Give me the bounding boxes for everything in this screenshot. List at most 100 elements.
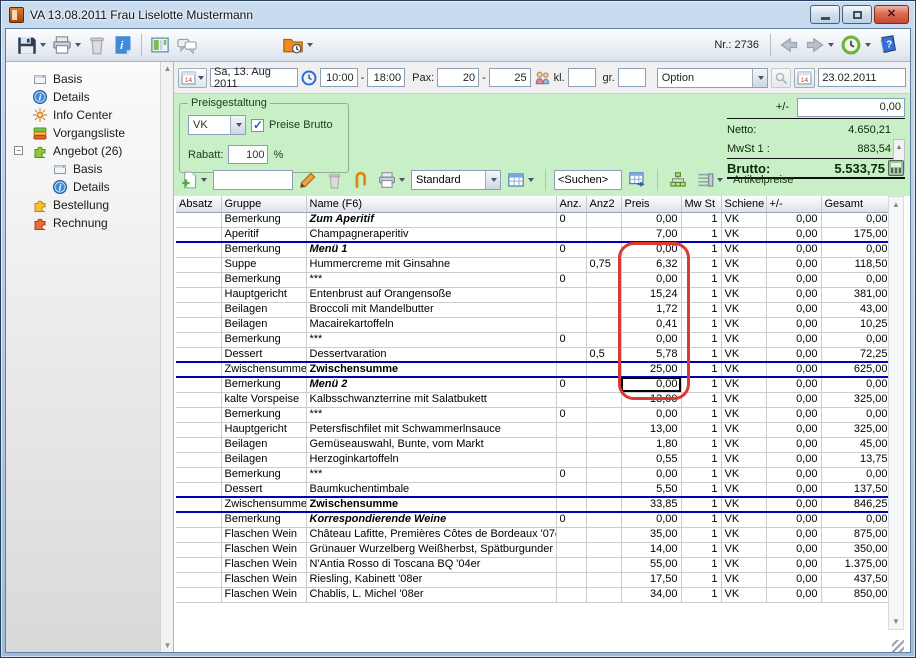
cell-plus-minus[interactable]: 0,00: [766, 287, 821, 302]
cell-name[interactable]: Macairekartoffeln: [306, 317, 556, 332]
cell-absatz[interactable]: [176, 392, 221, 407]
cell-plus-minus[interactable]: 0,00: [766, 347, 821, 362]
cell-anz[interactable]: 0: [556, 512, 586, 527]
cell-anz[interactable]: [556, 302, 586, 317]
cell-gruppe[interactable]: Beilagen: [221, 302, 306, 317]
cell-schiene[interactable]: VK: [721, 272, 766, 287]
cell-gruppe[interactable]: Zwischensumme: [221, 497, 306, 512]
cell-schiene[interactable]: VK: [721, 572, 766, 587]
cell-gruppe[interactable]: Flaschen Wein: [221, 557, 306, 572]
cell-plus-minus[interactable]: 0,00: [766, 467, 821, 482]
cell-preis[interactable]: 13,00: [621, 422, 681, 437]
cell-anz2[interactable]: 0,75: [586, 257, 621, 272]
cell-anz[interactable]: 0: [556, 242, 586, 257]
cell-anz2[interactable]: [586, 497, 621, 512]
cell-preis[interactable]: 14,00: [621, 542, 681, 557]
nav-forward-button[interactable]: [802, 34, 837, 56]
cell-anz2[interactable]: [586, 407, 621, 422]
attach-button[interactable]: [349, 169, 372, 191]
cell-name[interactable]: Herzoginkartoffeln: [306, 452, 556, 467]
cell-mwst[interactable]: 1: [681, 482, 721, 497]
tree-expander-icon[interactable]: −: [14, 146, 23, 155]
cell-gesamt[interactable]: 0,00: [821, 212, 891, 227]
cell-gesamt[interactable]: 1.375,00: [821, 557, 891, 572]
cell-plus-minus[interactable]: 0,00: [766, 497, 821, 512]
nav-back-button[interactable]: [776, 34, 802, 56]
cell-gesamt[interactable]: 0,00: [821, 377, 891, 392]
cell-name[interactable]: Petersfischfilet mit Schwammerlnsauce: [306, 422, 556, 437]
cell-anz[interactable]: [556, 227, 586, 242]
date-dropdown[interactable]: [198, 76, 204, 80]
cell-absatz[interactable]: [176, 347, 221, 362]
cell-anz2[interactable]: [586, 317, 621, 332]
cell-absatz[interactable]: [176, 467, 221, 482]
grid-scrollbar[interactable]: ▲ ▼: [888, 196, 904, 630]
cell-name[interactable]: Zwischensumme: [306, 362, 556, 377]
cell-anz2[interactable]: [586, 392, 621, 407]
scroll-up-icon[interactable]: ▲: [162, 62, 173, 75]
cell-anz[interactable]: [556, 287, 586, 302]
structure-button[interactable]: [666, 169, 690, 191]
option-date-picker-button[interactable]: 14: [794, 68, 815, 88]
cell-anz2[interactable]: [586, 542, 621, 557]
comments-button[interactable]: [173, 33, 201, 57]
cell-mwst[interactable]: 1: [681, 272, 721, 287]
history-folder-button[interactable]: [279, 33, 316, 57]
cell-mwst[interactable]: 1: [681, 407, 721, 422]
cell-preis[interactable]: 0,00: [621, 407, 681, 422]
cell-name[interactable]: ***: [306, 332, 556, 347]
cell-gruppe[interactable]: Dessert: [221, 482, 306, 497]
cell-absatz[interactable]: [176, 317, 221, 332]
cell-name[interactable]: ***: [306, 467, 556, 482]
column-header-8[interactable]: +/-: [766, 196, 821, 212]
cell-gruppe[interactable]: Dessert: [221, 347, 306, 362]
time-from-field[interactable]: 10:00: [320, 68, 358, 87]
cell-absatz[interactable]: [176, 377, 221, 392]
cell-plus-minus[interactable]: 0,00: [766, 392, 821, 407]
cell-absatz[interactable]: [176, 497, 221, 512]
cell-schiene[interactable]: VK: [721, 467, 766, 482]
cell-absatz[interactable]: [176, 362, 221, 377]
cell-gesamt[interactable]: 13,75: [821, 452, 891, 467]
cell-preis[interactable]: 0,41: [621, 317, 681, 332]
cell-gesamt[interactable]: 0,00: [821, 407, 891, 422]
cell-gruppe[interactable]: Flaschen Wein: [221, 542, 306, 557]
cell-gesamt[interactable]: 0,00: [821, 512, 891, 527]
cell-preis[interactable]: 0,00: [621, 377, 681, 392]
status-combobox[interactable]: Option: [657, 68, 769, 88]
cell-schiene[interactable]: VK: [721, 287, 766, 302]
cell-schiene[interactable]: VK: [721, 242, 766, 257]
cell-name[interactable]: N'Antia Rosso di Toscana BQ '04er: [306, 557, 556, 572]
cell-gesamt[interactable]: 72,25: [821, 347, 891, 362]
cell-gruppe[interactable]: Beilagen: [221, 317, 306, 332]
cell-gruppe[interactable]: Beilagen: [221, 437, 306, 452]
cell-mwst[interactable]: 1: [681, 437, 721, 452]
search-input[interactable]: [554, 170, 622, 190]
cell-gruppe[interactable]: Flaschen Wein: [221, 572, 306, 587]
cell-gesamt[interactable]: 381,00: [821, 287, 891, 302]
cell-anz[interactable]: 0: [556, 377, 586, 392]
cell-anz2[interactable]: [586, 362, 621, 377]
cell-gesamt[interactable]: 850,00: [821, 587, 891, 602]
sidebar-item-details[interactable]: iDetails: [6, 88, 173, 106]
column-header-5[interactable]: Preis: [621, 196, 681, 212]
cell-preis[interactable]: 33,85: [621, 497, 681, 512]
cell-gesamt[interactable]: 846,25: [821, 497, 891, 512]
cell-anz[interactable]: [556, 362, 586, 377]
cell-plus-minus[interactable]: 0,00: [766, 257, 821, 272]
nav-forward-dropdown[interactable]: [828, 43, 834, 47]
cell-schiene[interactable]: VK: [721, 587, 766, 602]
cell-plus-minus[interactable]: 0,00: [766, 332, 821, 347]
plusminus-field[interactable]: 0,00: [797, 98, 905, 117]
history-dropdown[interactable]: [865, 43, 871, 47]
cell-mwst[interactable]: 1: [681, 557, 721, 572]
status-dropdown[interactable]: [752, 69, 767, 87]
cell-absatz[interactable]: [176, 407, 221, 422]
column-header-0[interactable]: Absatz: [176, 196, 221, 212]
cell-anz2[interactable]: [586, 272, 621, 287]
cell-mwst[interactable]: 1: [681, 587, 721, 602]
cell-mwst[interactable]: 1: [681, 362, 721, 377]
cell-anz2[interactable]: [586, 557, 621, 572]
cell-gesamt[interactable]: 0,00: [821, 467, 891, 482]
sort-dropdown[interactable]: [717, 178, 723, 182]
